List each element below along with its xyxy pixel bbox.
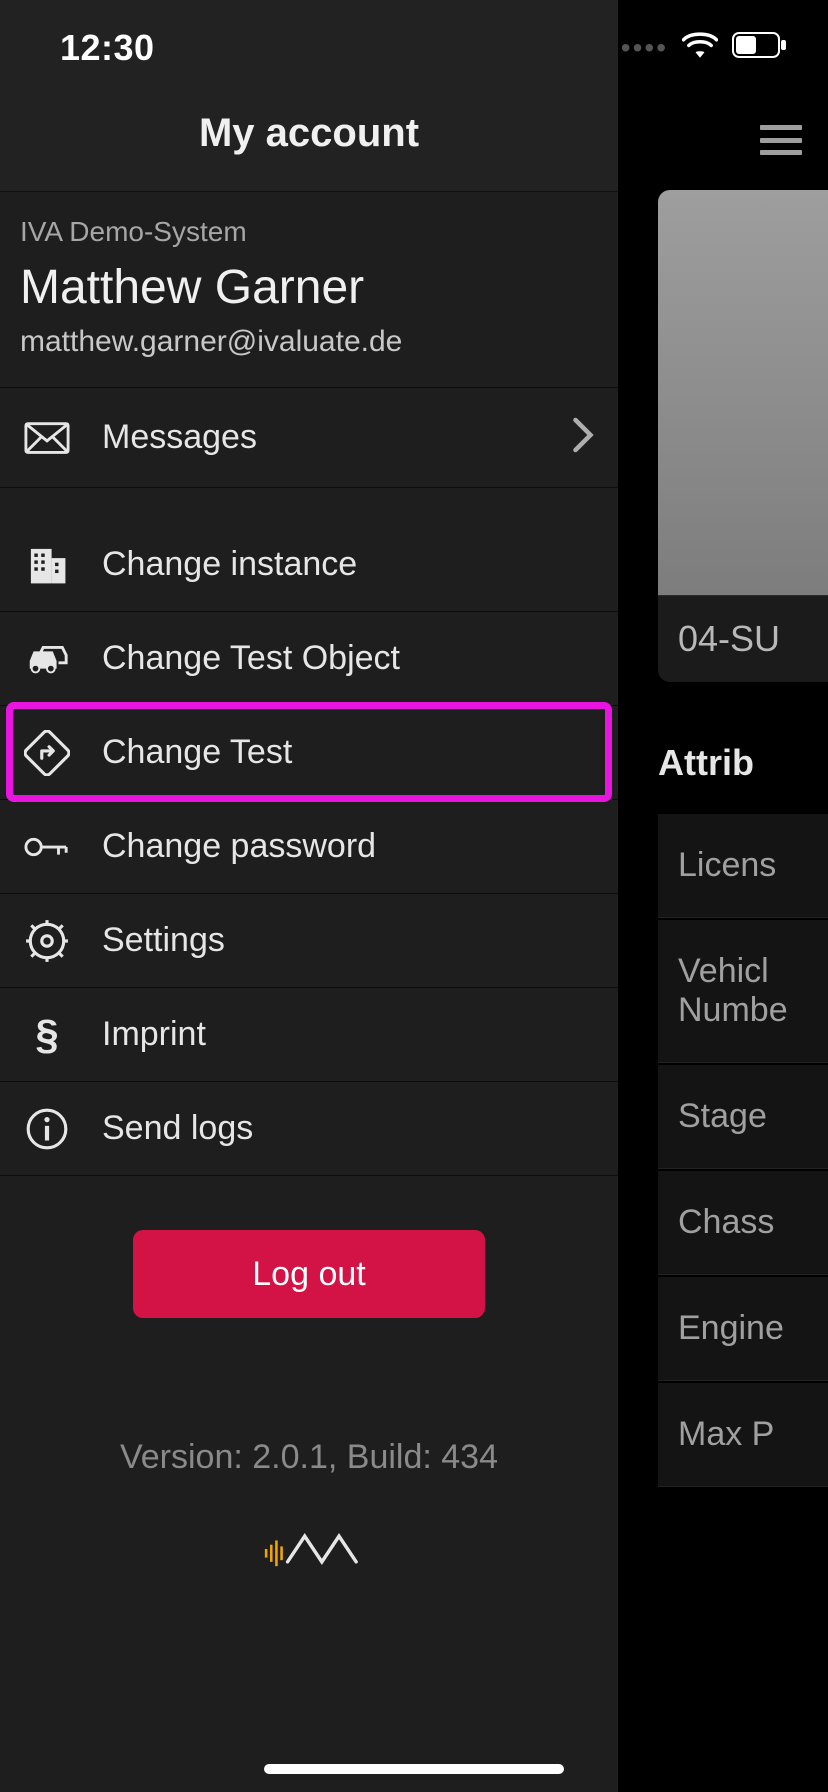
envelope-icon [18,409,76,467]
section-divider [0,488,618,518]
vehicle-card[interactable]: 04-SU [658,190,828,682]
gear-icon [18,912,76,970]
brand-logo [0,1523,618,1575]
status-indicators: •••• [621,31,788,64]
menu-item-change-password[interactable]: Change password [0,800,618,894]
info-icon [18,1100,76,1158]
chevron-right-icon [572,417,594,458]
attr-row[interactable]: Max P [658,1383,828,1487]
menu-label: Change Test [102,733,594,772]
attr-row[interactable]: Chass [658,1171,828,1275]
menu-label: Settings [102,921,594,960]
wifi-icon [682,31,718,64]
menu-item-messages[interactable]: Messages [0,388,618,488]
menu-label: Imprint [102,1015,594,1054]
menu-item-send-logs[interactable]: Send logs [0,1082,618,1176]
attr-row[interactable]: Engine [658,1277,828,1381]
route-sign-icon [18,724,76,782]
user-name: Matthew Garner [20,260,598,315]
account-drawer: My account IVA Demo-System Matthew Garne… [0,0,618,1792]
menu-item-imprint[interactable]: § Imprint [0,988,618,1082]
battery-icon [732,32,788,63]
menu-label: Change Test Object [102,639,594,678]
menu-label: Change password [102,827,594,866]
attributes-heading: Attrib [658,742,828,784]
menu-icon[interactable] [760,125,802,155]
attr-row[interactable]: Vehicl Numbe [658,920,828,1063]
menu-label: Send logs [102,1109,594,1148]
menu-label: Messages [102,418,572,457]
status-bar: 12:30 •••• [0,0,828,95]
cell-dots-icon: •••• [621,32,668,64]
version-label: Version: 2.0.1, Build: 434 [0,1438,618,1477]
key-icon [18,818,76,876]
section-sign-icon: § [18,1006,76,1064]
attr-row[interactable]: Licens [658,814,828,918]
menu-label: Change instance [102,545,594,584]
menu-item-settings[interactable]: Settings [0,894,618,988]
home-indicator [264,1764,564,1774]
account-info: IVA Demo-System Matthew Garner matthew.g… [0,192,618,388]
cars-icon [18,630,76,688]
user-email: matthew.garner@ivaluate.de [20,325,598,359]
drawer-title: My account [199,111,419,156]
logout-button[interactable]: Log out [133,1230,485,1318]
status-time: 12:30 [60,27,155,69]
attr-row[interactable]: Stage [658,1065,828,1169]
menu-item-change-test-object[interactable]: Change Test Object [0,612,618,706]
background-page: 04-SU Attrib Licens Vehicl Numbe Stage C… [618,0,828,1792]
system-label: IVA Demo-System [20,216,598,248]
menu-item-change-instance[interactable]: Change instance [0,518,618,612]
vehicle-card-label: 04-SU [658,595,828,682]
building-icon [18,536,76,594]
vehicle-image [658,190,828,595]
menu-item-change-test[interactable]: Change Test [0,706,618,800]
